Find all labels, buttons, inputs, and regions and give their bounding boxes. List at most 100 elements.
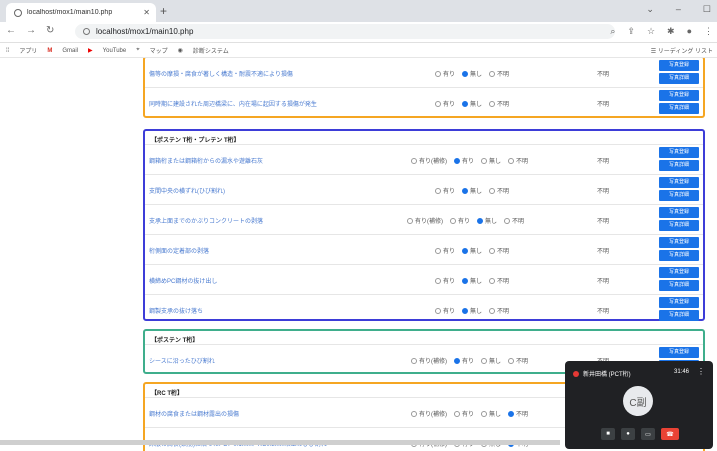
photo-register-button[interactable]: 写真登録: [659, 237, 699, 248]
reload-icon[interactable]: ↻: [46, 25, 54, 36]
radio-icon[interactable]: [435, 188, 441, 195]
option-yes[interactable]: 有り: [454, 409, 474, 418]
radio-icon[interactable]: [462, 71, 469, 78]
bookmark-apps[interactable]: アプリ: [19, 46, 37, 55]
photo-detail-button[interactable]: 写真詳細: [659, 190, 699, 201]
forward-icon[interactable]: →: [26, 25, 36, 36]
end-call-icon[interactable]: ☎: [661, 428, 679, 440]
option-yes-repair[interactable]: 有り(補修): [407, 216, 443, 225]
radio-icon[interactable]: [462, 308, 469, 315]
option-unknown[interactable]: 不明: [489, 99, 509, 108]
option-no[interactable]: 無し: [462, 306, 482, 315]
radio-icon[interactable]: [508, 411, 515, 418]
profile-icon[interactable]: ●: [687, 26, 692, 37]
radio-icon[interactable]: [489, 308, 496, 315]
photo-register-button[interactable]: 写真登録: [659, 177, 699, 188]
camera-icon[interactable]: ■: [601, 428, 615, 440]
radio-icon[interactable]: [454, 358, 460, 365]
video-call-window[interactable]: 新井田橋 (PCT桁) 31:46 ⋮ C副 ■ ● ▭ ☎: [565, 361, 713, 449]
radio-icon[interactable]: [411, 358, 417, 365]
back-icon[interactable]: ←: [6, 25, 16, 36]
photo-detail-button[interactable]: 写真詳細: [659, 73, 699, 84]
photo-register-button[interactable]: 写真登録: [659, 90, 699, 101]
radio-icon[interactable]: [435, 278, 441, 285]
option-no[interactable]: 無し: [462, 99, 482, 108]
zoom-icon[interactable]: ⌕: [610, 26, 615, 37]
radio-icon[interactable]: [435, 71, 441, 78]
option-no[interactable]: 無し: [481, 409, 501, 418]
radio-icon[interactable]: [508, 358, 515, 365]
option-unknown[interactable]: 不明: [489, 186, 509, 195]
more-icon[interactable]: ⋮: [697, 367, 705, 376]
photo-detail-button[interactable]: 写真詳細: [659, 280, 699, 291]
minimize-icon[interactable]: –: [676, 4, 681, 15]
option-unknown[interactable]: 不明: [489, 276, 509, 285]
radio-icon[interactable]: [489, 278, 496, 285]
radio-icon[interactable]: [462, 278, 469, 285]
option-unknown[interactable]: 不明: [489, 306, 509, 315]
radio-icon[interactable]: [435, 308, 441, 315]
radio-icon[interactable]: [411, 158, 417, 165]
radio-icon[interactable]: [481, 411, 488, 418]
option-no[interactable]: 無し: [462, 246, 482, 255]
option-yes[interactable]: 有り: [454, 356, 474, 365]
radio-icon[interactable]: [407, 218, 413, 225]
horizontal-scrollbar[interactable]: [0, 440, 560, 445]
option-yes[interactable]: 有り: [450, 216, 470, 225]
radio-icon[interactable]: [462, 101, 469, 108]
photo-detail-button[interactable]: 写真詳細: [659, 220, 699, 231]
radio-icon[interactable]: [481, 358, 488, 365]
photo-detail-button[interactable]: 写真詳細: [659, 250, 699, 261]
radio-icon[interactable]: [489, 101, 496, 108]
photo-register-button[interactable]: 写真登録: [659, 347, 699, 358]
option-yes-repair[interactable]: 有り(補修): [411, 409, 447, 418]
photo-register-button[interactable]: 写真登録: [659, 207, 699, 218]
radio-icon[interactable]: [411, 411, 417, 418]
radio-icon[interactable]: [481, 158, 488, 165]
radio-icon[interactable]: [462, 188, 469, 195]
option-no[interactable]: 無し: [481, 356, 501, 365]
radio-icon[interactable]: [435, 101, 441, 108]
radio-icon[interactable]: [477, 218, 484, 225]
option-unknown[interactable]: 不明: [508, 356, 528, 365]
option-yes[interactable]: 有り: [454, 156, 474, 165]
option-yes-repair[interactable]: 有り(補修): [411, 356, 447, 365]
photo-register-button[interactable]: 写真登録: [659, 267, 699, 278]
option-no[interactable]: 無し: [462, 69, 482, 78]
bookmark-youtube[interactable]: YouTube: [103, 48, 127, 54]
photo-register-button[interactable]: 写真登録: [659, 297, 699, 308]
menu-icon[interactable]: ⋮: [704, 26, 713, 37]
radio-icon[interactable]: [462, 248, 469, 255]
photo-register-button[interactable]: 写真登録: [659, 60, 699, 71]
option-no[interactable]: 無し: [462, 276, 482, 285]
option-yes[interactable]: 有り: [435, 306, 455, 315]
reading-list[interactable]: ☰ リーディング リスト: [651, 46, 713, 55]
photo-register-button[interactable]: 写真登録: [659, 147, 699, 158]
radio-icon[interactable]: [508, 158, 515, 165]
maximize-icon[interactable]: ☐: [703, 4, 711, 15]
bookmark-gmail[interactable]: Gmail: [62, 48, 78, 54]
info-icon[interactable]: [83, 28, 90, 35]
share-icon[interactable]: ⇪: [627, 26, 635, 37]
browser-tab[interactable]: localhost/mox1/main10.php ✕: [6, 3, 156, 22]
option-yes-repair[interactable]: 有り(補修): [411, 156, 447, 165]
option-yes[interactable]: 有り: [435, 69, 455, 78]
option-unknown[interactable]: 不明: [504, 216, 524, 225]
option-yes[interactable]: 有り: [435, 186, 455, 195]
option-no[interactable]: 無し: [462, 186, 482, 195]
option-unknown[interactable]: 不明: [489, 69, 509, 78]
option-yes[interactable]: 有り: [435, 99, 455, 108]
radio-icon[interactable]: [489, 71, 496, 78]
option-yes[interactable]: 有り: [435, 276, 455, 285]
new-tab-button[interactable]: +: [160, 4, 167, 18]
bookmark-maps[interactable]: マップ: [150, 46, 168, 55]
option-no[interactable]: 無し: [481, 156, 501, 165]
photo-detail-button[interactable]: 写真詳細: [659, 160, 699, 171]
star-icon[interactable]: ☆: [647, 26, 655, 37]
radio-icon[interactable]: [454, 158, 460, 165]
photo-detail-button[interactable]: 写真詳細: [659, 310, 699, 321]
radio-icon[interactable]: [504, 218, 511, 225]
radio-icon[interactable]: [489, 188, 496, 195]
bookmark-diagnosis[interactable]: 診断システム: [193, 46, 229, 55]
radio-icon[interactable]: [435, 248, 441, 255]
